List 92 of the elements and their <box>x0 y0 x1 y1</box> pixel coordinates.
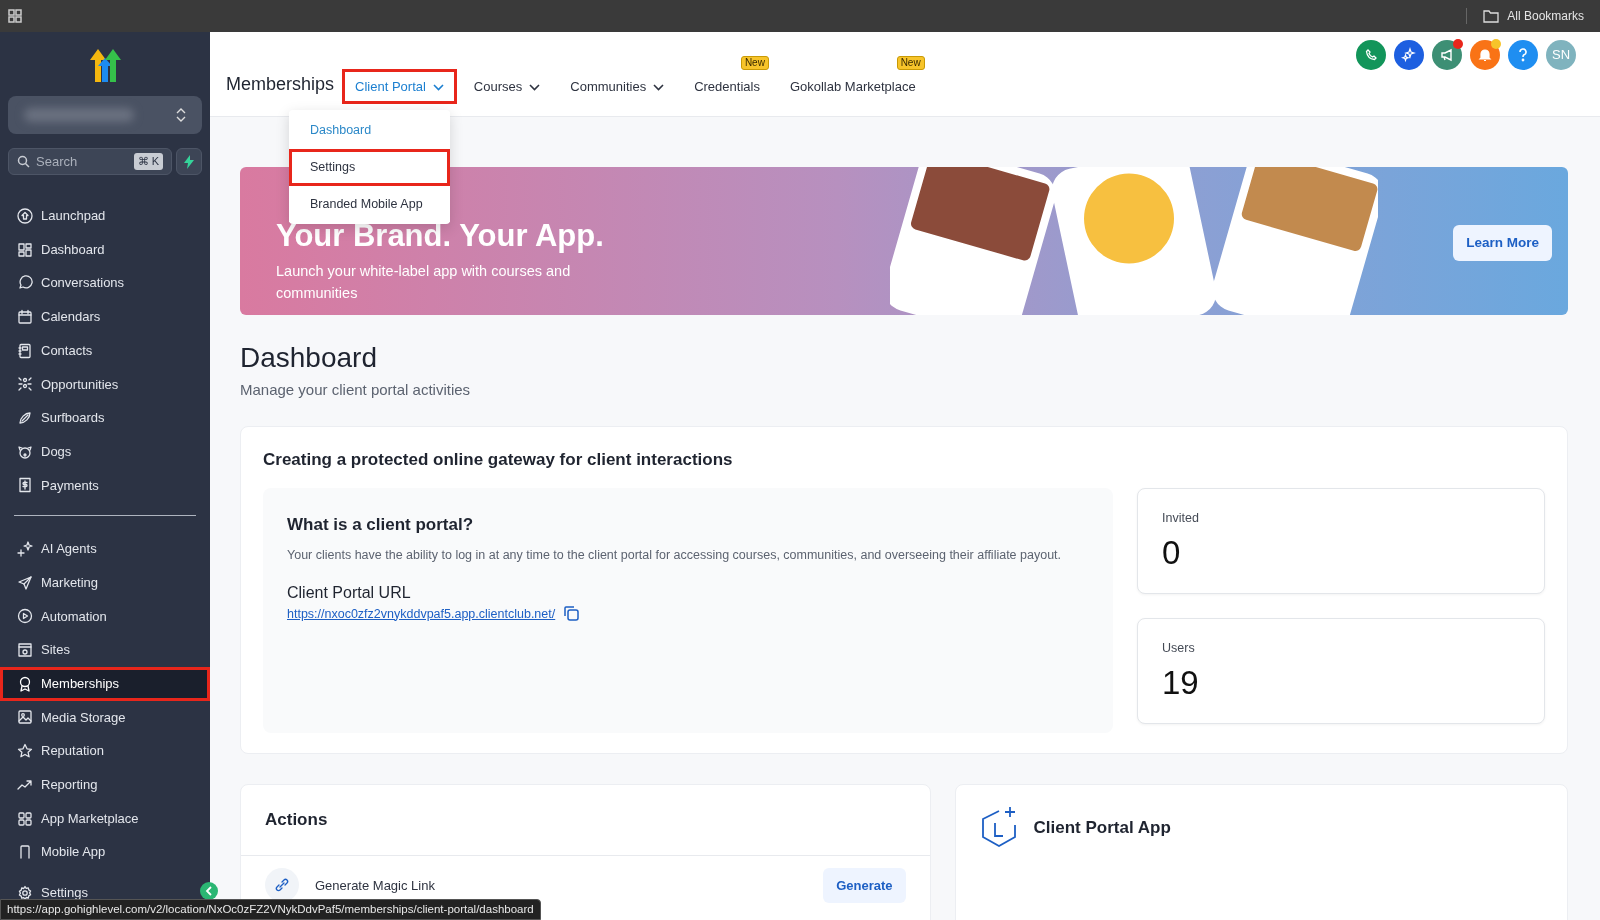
app-grid-icon <box>17 810 33 827</box>
notification-dot <box>1491 39 1501 49</box>
info-text: Your clients have the ability to log in at any time to the client portal for accessing courses, communities, and overseeing their affiliate payout. <box>287 546 1063 564</box>
star-icon <box>17 743 33 760</box>
card-heading: Creating a protected online gateway for client interactions <box>263 448 734 471</box>
notification-dot <box>1453 39 1463 49</box>
url-label: Client Portal URL <box>287 582 412 603</box>
collapse-sidebar-button[interactable] <box>200 882 218 900</box>
search-field[interactable]: Search ⌘ K <box>8 148 172 175</box>
nav-tab[interactable]: Gokollab Marketplace <box>776 68 929 104</box>
paper-plane-icon <box>17 574 33 591</box>
dashboard-grid-icon <box>17 241 33 258</box>
image-icon <box>17 709 33 726</box>
lightning-icon <box>184 154 194 169</box>
app-hexagon-icon <box>979 805 1018 847</box>
page-section-title: Memberships <box>226 73 335 96</box>
new-badge: New <box>896 55 925 70</box>
account-switcher[interactable] <box>8 96 202 134</box>
chevron-left-icon <box>205 886 213 896</box>
sidebar-item[interactable]: Sites <box>0 633 210 667</box>
nav-tab[interactable]: Credentials <box>681 68 773 104</box>
calendar-icon <box>17 308 33 325</box>
phone-icon <box>1363 47 1379 63</box>
sidebar-item[interactable]: Dogs <box>0 434 210 469</box>
play-circle-icon <box>17 608 33 625</box>
sparkle-icon <box>1401 47 1417 63</box>
menu-item[interactable]: Dashboard <box>289 112 450 149</box>
stat-value: 0 <box>1162 532 1182 573</box>
apps-grid-icon[interactable] <box>8 9 22 23</box>
sidebar-item[interactable]: Mobile App <box>0 835 210 870</box>
portal-url-link[interactable]: https://nxoc0zfz2vnykddvpaf5.app.clientclub.net/ <box>287 604 556 624</box>
sidebar-item[interactable]: Conversations <box>0 266 210 301</box>
menu-item[interactable]: Branded Mobile App <box>289 185 450 223</box>
generate-button[interactable]: Generate <box>823 867 906 903</box>
sidebar-item[interactable]: Marketing <box>0 565 210 600</box>
shortcut-hint: ⌘ K <box>133 153 163 170</box>
ai-sparkle-button[interactable] <box>1394 40 1424 70</box>
bookmarks-label[interactable]: All Bookmarks <box>1507 7 1584 25</box>
announcements-button[interactable] <box>1432 40 1462 70</box>
nav-tab[interactable]: Courses <box>460 68 554 104</box>
nav-tab[interactable]: Communities <box>557 68 678 104</box>
folder-icon <box>1483 9 1500 23</box>
sidebar-item[interactable]: Reputation <box>0 734 210 768</box>
learn-more-button[interactable]: Learn More <box>1453 225 1552 262</box>
dog-face-icon <box>17 443 33 460</box>
stat-label: Invited <box>1162 510 1200 527</box>
notifications-button[interactable] <box>1470 40 1500 70</box>
sidebar-item[interactable]: Payments <box>0 468 210 503</box>
browser-window-icon <box>17 642 33 659</box>
chevrons-icon <box>176 107 186 123</box>
search-input[interactable]: Search <box>34 150 124 173</box>
sidebar-item[interactable]: Automation <box>0 599 210 634</box>
url-tooltip: https://app.gohighlevel.com/v2/location/NxOc0zFZ2VNykDdvPaf5/memberships/client-portal/dashboard <box>0 898 541 920</box>
surfboard-icon <box>17 409 33 426</box>
menu-item[interactable]: Settings <box>289 148 450 186</box>
sidebar-item[interactable]: Launchpad <box>0 199 210 233</box>
action-label: Generate Magic Link <box>315 876 435 895</box>
stat-label: Users <box>1162 640 1196 657</box>
contact-book-icon <box>17 342 33 359</box>
help-button[interactable] <box>1508 40 1538 70</box>
phone-call-button[interactable] <box>1356 40 1386 70</box>
card-heading: Client Portal App <box>1033 817 1171 839</box>
receipt-icon <box>17 477 33 494</box>
page-title: Dashboard <box>240 341 378 375</box>
sidebar-item[interactable]: Media Storage <box>0 700 210 735</box>
sparkle-icon <box>17 541 33 558</box>
chat-bubble-icon <box>17 275 33 292</box>
settings-icon <box>17 885 33 902</box>
sidebar-item[interactable]: App Marketplace <box>0 801 210 836</box>
sidebar-item[interactable]: Surfboards <box>0 401 210 435</box>
quick-action-button[interactable] <box>176 148 202 175</box>
award-ribbon-icon <box>17 675 33 692</box>
sidebar-item[interactable]: Reporting <box>0 768 210 802</box>
bell-icon <box>1477 47 1493 63</box>
megaphone-icon <box>1439 47 1455 63</box>
search-icon <box>17 155 30 168</box>
info-title: What is a client portal? <box>287 514 475 536</box>
banner-text: Launch your white-label app with courses and communities <box>276 261 572 303</box>
stat-value: 19 <box>1162 662 1200 703</box>
copy-icon[interactable] <box>563 605 581 623</box>
question-mark-icon <box>1518 48 1528 62</box>
nav-tab[interactable]: Client Portal <box>342 68 457 104</box>
page-subtitle: Manage your client portal activities <box>240 380 472 400</box>
new-badge: New <box>740 55 769 70</box>
sidebar-item[interactable]: Calendars <box>0 300 210 334</box>
nodes-icon <box>17 376 33 393</box>
sidebar-item[interactable]: Contacts <box>0 333 210 368</box>
sidebar-item[interactable]: Memberships <box>0 666 210 701</box>
sidebar-item[interactable]: Opportunities <box>0 367 210 402</box>
card-heading: Actions <box>241 785 930 856</box>
sidebar-item[interactable]: AI Agents <box>0 532 210 566</box>
sidebar-item[interactable]: Dashboard <box>0 232 210 267</box>
